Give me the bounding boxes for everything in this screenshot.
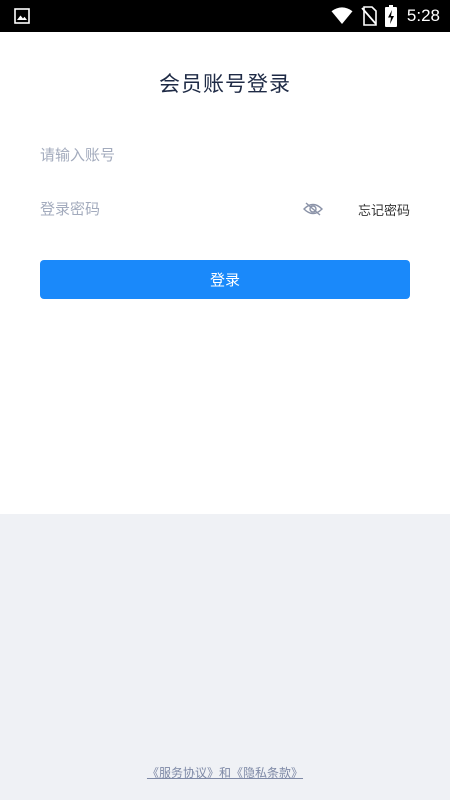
battery-charging-icon bbox=[384, 5, 397, 27]
eye-off-icon[interactable] bbox=[303, 201, 323, 217]
account-input[interactable] bbox=[40, 140, 280, 170]
status-bar: 5:28 bbox=[0, 0, 450, 32]
no-sim-icon bbox=[361, 6, 377, 26]
privacy-policy-link[interactable]: 《隐私条款》 bbox=[231, 766, 303, 780]
status-icons: 5:28 bbox=[331, 0, 440, 32]
service-agreement-link[interactable]: 《服务协议》 bbox=[147, 766, 219, 780]
gallery-icon bbox=[14, 8, 30, 24]
account-field-row bbox=[40, 140, 410, 170]
login-button[interactable]: 登录 bbox=[40, 260, 410, 299]
wifi-icon bbox=[331, 7, 353, 24]
forgot-password-link[interactable]: 忘记密码 bbox=[358, 200, 410, 219]
agreement-footer: 《服务协议》和《隐私条款》 bbox=[0, 764, 450, 781]
footer-conjunction: 和 bbox=[218, 766, 231, 780]
login-card: 会员账号登录 忘记密码 登录 bbox=[0, 32, 450, 514]
password-input[interactable] bbox=[40, 194, 280, 224]
clock: 5:28 bbox=[406, 6, 440, 25]
page-title: 会员账号登录 bbox=[159, 72, 291, 96]
password-field-row: 忘记密码 bbox=[40, 194, 410, 224]
